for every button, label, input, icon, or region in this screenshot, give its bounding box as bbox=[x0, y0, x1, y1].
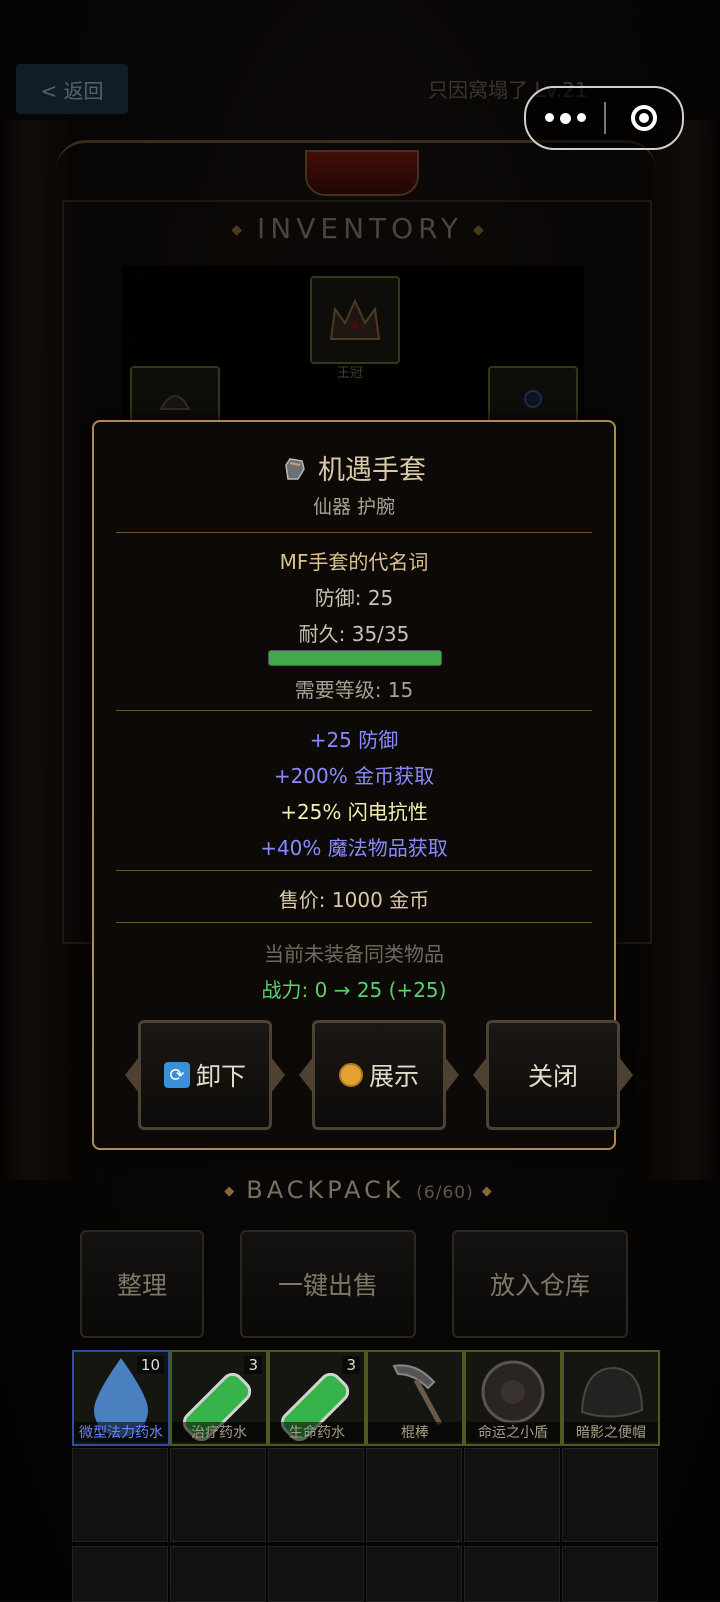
backpack-slot-empty[interactable] bbox=[72, 1448, 168, 1542]
item-required-level: 需要等级: 15 bbox=[294, 678, 414, 702]
unequip-button[interactable]: ⟳ 卸下 bbox=[125, 1020, 285, 1130]
backpack-slot[interactable]: 暗影之便帽 bbox=[562, 1350, 660, 1446]
backpack-slot-empty[interactable] bbox=[464, 1546, 560, 1602]
close-miniprogram-button[interactable] bbox=[606, 105, 682, 131]
close-button[interactable]: 关闭 bbox=[473, 1020, 633, 1130]
unequip-button-label: 卸下 bbox=[195, 1062, 246, 1091]
backpack-slot-empty[interactable] bbox=[170, 1448, 266, 1542]
item-sell-price: 售价: 1000 金币 bbox=[278, 888, 430, 912]
item-affix: +40% 魔法物品获取 bbox=[260, 836, 448, 860]
durability-bar-fill bbox=[269, 651, 441, 665]
item-type: 仙器 护腕 bbox=[312, 496, 396, 518]
item-count: 3 bbox=[342, 1356, 360, 1374]
item-name: 微型法力药水 bbox=[74, 1422, 168, 1442]
item-affix: +200% 金币获取 bbox=[273, 764, 435, 788]
item-name-row: 机遇手套 bbox=[94, 448, 614, 487]
more-menu-icon[interactable] bbox=[526, 112, 604, 124]
close-button-label: 关闭 bbox=[527, 1062, 578, 1091]
backpack-slot[interactable]: 10 微型法力药水 bbox=[72, 1350, 170, 1446]
backpack-slot-empty[interactable] bbox=[268, 1448, 364, 1542]
sort-button[interactable]: 整理 bbox=[80, 1230, 204, 1338]
gauntlet-icon bbox=[285, 457, 305, 480]
backpack-slot-empty[interactable] bbox=[562, 1546, 658, 1602]
item-name: 生命药水 bbox=[270, 1422, 364, 1442]
refresh-icon: ⟳ bbox=[163, 1062, 190, 1088]
backpack-count: (6/60) bbox=[416, 1183, 474, 1203]
diamond-icon: ◆ bbox=[224, 1183, 239, 1199]
backpack-slot[interactable]: 命运之小盾 bbox=[464, 1350, 562, 1446]
target-icon bbox=[631, 105, 657, 131]
item-name: 命运之小盾 bbox=[466, 1422, 560, 1442]
showcase-button[interactable]: 展示 bbox=[299, 1020, 459, 1130]
miniprogram-capsule bbox=[524, 86, 684, 150]
to-storage-button[interactable]: 放入仓库 bbox=[452, 1230, 628, 1338]
compare-note: 当前未装备同类物品 bbox=[264, 942, 444, 966]
backpack-slot[interactable]: 3 治疗药水 bbox=[170, 1350, 268, 1446]
item-affix: +25% 闪电抗性 bbox=[280, 800, 428, 824]
diamond-icon: ◆ bbox=[481, 1183, 496, 1199]
backpack-slot-empty[interactable] bbox=[366, 1448, 462, 1542]
backpack-slot-empty[interactable] bbox=[562, 1448, 658, 1542]
backpack-slot-empty[interactable] bbox=[72, 1546, 168, 1602]
divider bbox=[116, 922, 592, 923]
sell-all-button[interactable]: 一键出售 bbox=[240, 1230, 416, 1338]
backpack-slot-empty[interactable] bbox=[366, 1546, 462, 1602]
item-name: 治疗药水 bbox=[172, 1422, 266, 1442]
item-count: 10 bbox=[136, 1356, 164, 1374]
item-count: 3 bbox=[244, 1356, 262, 1374]
item-affix: +25 防御 bbox=[309, 728, 399, 752]
backpack-slot-empty[interactable] bbox=[170, 1546, 266, 1602]
durability-bar bbox=[268, 650, 442, 666]
divider bbox=[116, 710, 592, 711]
backpack-slot-empty[interactable] bbox=[268, 1546, 364, 1602]
showcase-button-label: 展示 bbox=[368, 1062, 419, 1091]
item-name: 机遇手套 bbox=[318, 455, 426, 486]
item-durability: 耐久: 35/35 bbox=[298, 622, 410, 646]
backpack-slot[interactable]: 棍棒 bbox=[366, 1350, 464, 1446]
divider bbox=[116, 532, 592, 533]
item-flavor-text: MF手套的代名词 bbox=[279, 550, 429, 574]
backpack-slot-empty[interactable] bbox=[464, 1448, 560, 1542]
power-change: 战力: 0 → 25 (+25) bbox=[261, 978, 447, 1002]
backpack-title: ◆ BACKPACK (6/60) ◆ bbox=[224, 1176, 496, 1204]
item-name: 暗影之便帽 bbox=[564, 1422, 658, 1442]
item-name: 棍棒 bbox=[368, 1422, 462, 1442]
medal-icon bbox=[338, 1063, 363, 1087]
item-detail-modal: 机遇手套 仙器 护腕 MF手套的代名词 防御: 25 耐久: 35/35 需要等… bbox=[92, 420, 633, 1150]
item-defense: 防御: 25 bbox=[314, 586, 394, 610]
backpack-slot[interactable]: 3 生命药水 bbox=[268, 1350, 366, 1446]
divider bbox=[116, 870, 592, 871]
